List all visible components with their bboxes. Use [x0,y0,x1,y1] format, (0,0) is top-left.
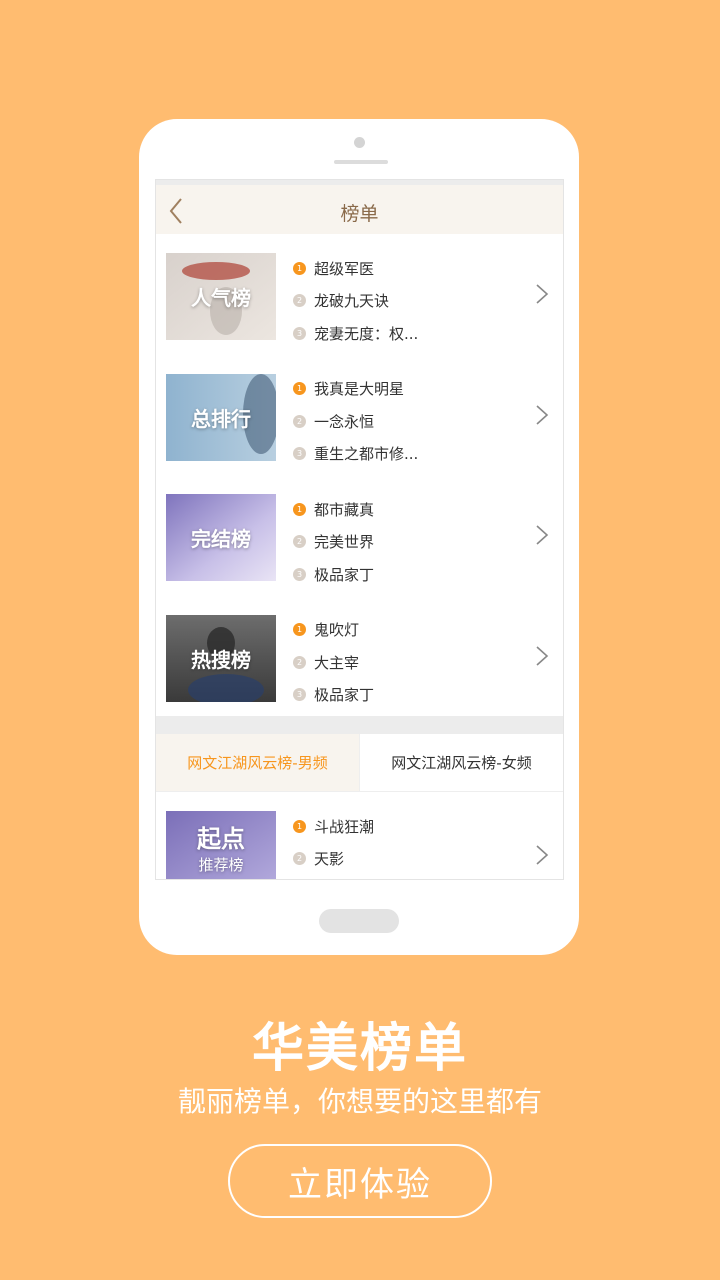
entry-list: 1 斗战狂潮 2 天影 [293,810,374,875]
book-title: 天影 [314,850,345,869]
rank-badge: 3 [293,447,306,461]
cover-image: 热搜榜 [166,614,276,702]
list-item: 3 极品家丁 [293,679,374,712]
book-title: 都市藏真 [314,500,375,519]
book-title: 极品家丁 [314,565,375,584]
list-item: 3 重生之都市修... [293,438,418,471]
chevron-right-icon [536,646,549,666]
cover-image: 起点 推荐榜 [166,811,276,879]
rank-badge: 1 [293,819,306,833]
entry-list: 1 鬼吹灯 2 大主宰 3 极品家丁 [293,614,374,712]
home-button [319,909,399,933]
list-item: 2 完美世界 [293,526,374,559]
promo-subline: 靓丽榜单，你想要的这里都有 [177,1085,542,1118]
entry-list: 1 超级军医 2 龙破九天诀 3 宠妻无度：权... [293,252,418,350]
phone-mockup: 榜单 人气榜 1 超级军医 2 龙破九天诀 3 宠妻无度：权... 总排行 1 … [139,119,579,955]
book-title: 极品家丁 [314,686,375,705]
rank-badge: 3 [293,567,306,581]
chevron-right-icon [536,525,549,545]
rank-list-item[interactable]: 人气榜 1 超级军医 2 龙破九天诀 3 宠妻无度：权... [156,234,563,355]
book-title: 大主宰 [314,653,360,672]
rank-badge: 1 [293,382,306,396]
cover-image: 总排行 [166,373,276,461]
page-title: 榜单 [340,203,379,225]
tab-male[interactable]: 网文江湖风云榜-男频 [156,734,359,791]
rank-list: 人气榜 1 超级军医 2 龙破九天诀 3 宠妻无度：权... 总排行 1 我真是… [156,234,563,716]
rank-badge: 2 [293,655,306,669]
book-title: 我真是大明星 [314,380,405,399]
rank-list-item[interactable]: 完结榜 1 都市藏真 2 完美世界 3 极品家丁 [156,475,563,596]
cover-image: 人气榜 [166,253,276,340]
book-title: 超级军医 [314,259,375,278]
list-item: 2 龙破九天诀 [293,285,418,318]
book-title: 宠妻无度：权... [314,324,419,343]
try-now-button[interactable]: 立即体验 [228,1144,492,1218]
chevron-right-icon [536,284,549,304]
book-title: 斗战狂潮 [314,817,375,836]
rank-list-item[interactable]: 热搜榜 1 鬼吹灯 2 大主宰 3 极品家丁 [156,596,563,717]
entry-list: 1 都市藏真 2 完美世界 3 极品家丁 [293,493,374,591]
book-title: 完美世界 [314,533,375,552]
rank-badge: 2 [293,852,306,866]
rank-badge: 1 [293,502,306,516]
rank-badge: 1 [293,261,306,275]
rank-badge: 3 [293,688,306,702]
list-item: 1 鬼吹灯 [293,614,374,647]
book-title: 一念永恒 [314,412,375,431]
list-item: 3 极品家丁 [293,558,374,591]
cover-label-sub: 推荐榜 [198,856,244,874]
rank-badge: 2 [293,294,306,308]
chevron-right-icon [536,405,549,425]
rank-list-item[interactable]: 总排行 1 我真是大明星 2 一念永恒 3 重生之都市修... [156,355,563,476]
list-item: 2 天影 [293,843,374,876]
cover-label: 总排行 [191,406,251,431]
rank-badge: 1 [293,623,306,637]
book-title: 重生之都市修... [314,445,419,464]
list-item: 1 都市藏真 [293,493,374,526]
cover-label: 完结榜 [191,527,251,551]
promo-headline: 华美榜单 [251,1018,468,1079]
chevron-right-icon [536,845,549,865]
cover-label: 起点 推荐榜 [166,811,276,879]
rank-list-item[interactable]: 起点 推荐榜 1 斗战狂潮 2 天影 [156,792,563,879]
list-item: 2 一念永恒 [293,405,418,438]
list-item: 1 我真是大明星 [293,373,418,406]
app-screen: 榜单 人气榜 1 超级军医 2 龙破九天诀 3 宠妻无度：权... 总排行 1 … [155,179,564,880]
rank-badge: 3 [293,326,306,340]
cover-label-main: 起点 [197,824,245,853]
top-bar: 榜单 [156,180,563,234]
list-item: 1 斗战狂潮 [293,810,374,843]
list-item: 3 宠妻无度：权... [293,317,418,350]
rank-badge: 2 [293,535,306,549]
rank-badge: 2 [293,414,306,428]
speaker-slot [334,160,388,164]
list-item: 1 超级军医 [293,252,418,285]
camera-dot [354,137,365,148]
section-divider [156,716,563,734]
book-title: 龙破九天诀 [314,292,390,311]
list-item: 2 大主宰 [293,646,374,679]
entry-list: 1 我真是大明星 2 一念永恒 3 重生之都市修... [293,373,418,471]
cover-image: 完结榜 [166,494,276,581]
book-title: 鬼吹灯 [314,621,360,640]
tab-female[interactable]: 网文江湖风云榜-女频 [359,734,563,791]
cover-label: 人气榜 [191,286,251,310]
cover-label: 热搜榜 [191,647,251,672]
tab-bar: 网文江湖风云榜-男频 网文江湖风云榜-女频 [156,734,563,792]
